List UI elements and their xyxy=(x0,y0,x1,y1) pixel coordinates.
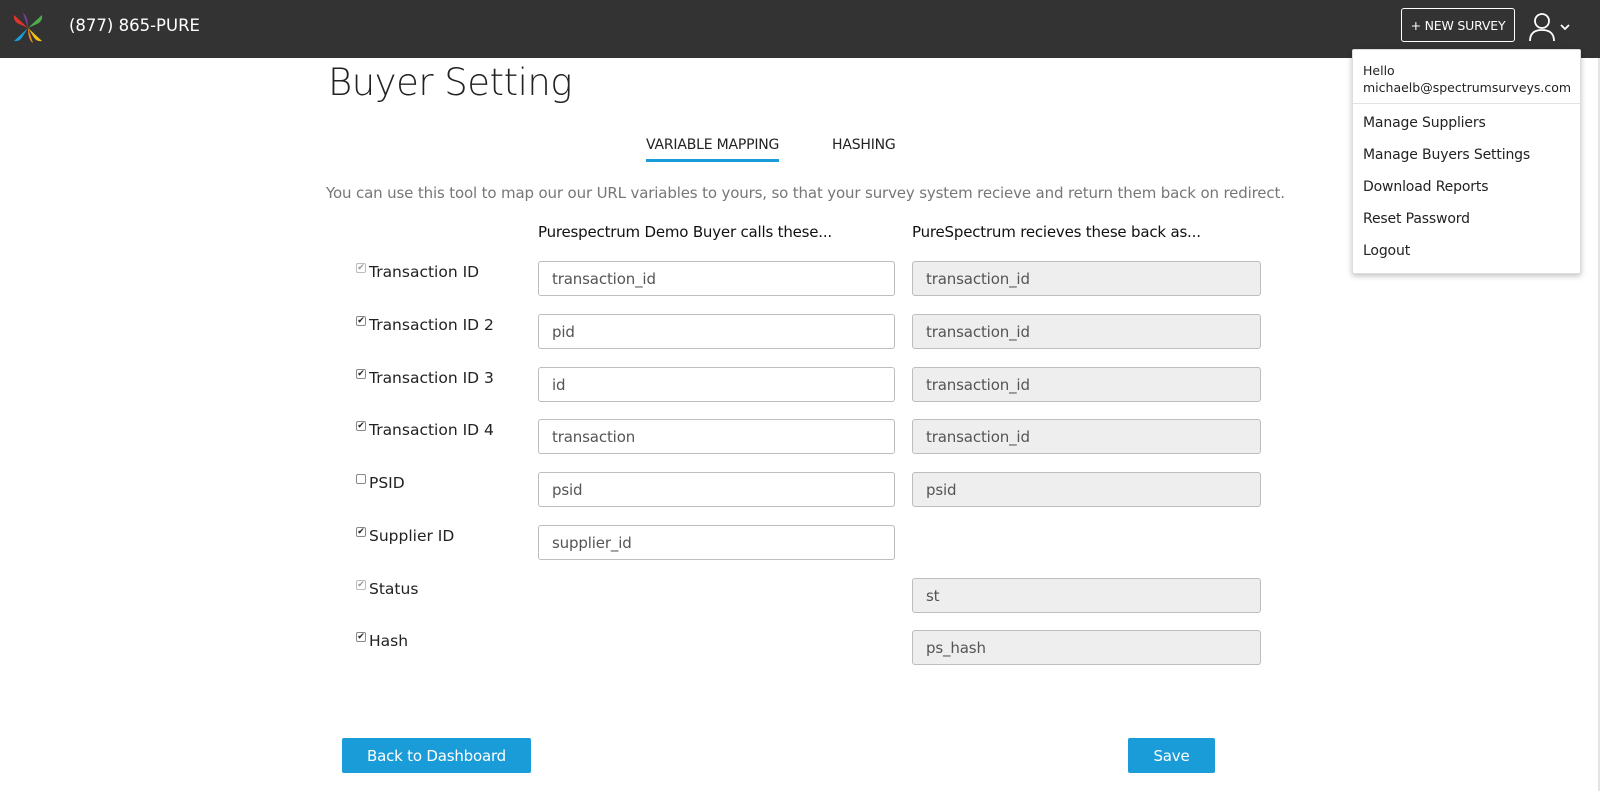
row-label-transaction-id-3: Transaction ID 3 xyxy=(356,369,494,387)
page-title: Buyer Setting xyxy=(328,61,573,104)
purespectrum-column-header: PureSpectrum recieves these back as... xyxy=(912,223,1201,241)
row-label-text: Transaction ID 3 xyxy=(369,369,494,387)
transaction-id-4-checkbox[interactable] xyxy=(356,421,366,431)
row-label-supplier-id: Supplier ID xyxy=(356,527,454,545)
menu-item-manage-suppliers[interactable]: Manage Suppliers xyxy=(1363,115,1486,131)
user-email: michaelb@spectrumsurveys.com xyxy=(1363,80,1572,95)
row-label-status: Status xyxy=(356,580,418,598)
ps-field-transaction-id-4: transaction_id xyxy=(912,419,1261,454)
row-label-psid: PSID xyxy=(356,474,405,492)
user-greeting: Hello michaelb@spectrumsurveys.com xyxy=(1363,62,1571,96)
buyer-field-psid[interactable]: psid xyxy=(538,472,895,507)
row-label-transaction-id-4: Transaction ID 4 xyxy=(356,421,494,439)
row-label-text: Transaction ID 2 xyxy=(369,316,494,334)
new-survey-button[interactable]: + NEW SURVEY xyxy=(1401,8,1515,42)
transaction-id-checkbox xyxy=(356,263,366,273)
menu-item-download-reports[interactable]: Download Reports xyxy=(1363,179,1488,195)
buyer-column-header: Purespectrum Demo Buyer calls these... xyxy=(538,223,832,241)
ps-field-transaction-id: transaction_id xyxy=(912,261,1261,296)
buyer-field-transaction-id-4[interactable]: transaction xyxy=(538,419,895,454)
phone-number: (877) 865-PURE xyxy=(69,16,200,35)
row-label-hash: Hash xyxy=(356,632,408,650)
buyer-field-transaction-id[interactable]: transaction_id xyxy=(538,261,895,296)
transaction-id-2-checkbox[interactable] xyxy=(356,316,366,326)
tab-variable-mapping[interactable]: VARIABLE MAPPING xyxy=(646,137,779,162)
row-label-text: Transaction ID xyxy=(369,263,480,281)
chevron-down-icon xyxy=(1560,24,1570,31)
psid-checkbox[interactable] xyxy=(356,474,366,484)
ps-field-hash: ps_hash xyxy=(912,630,1261,665)
buyer-field-transaction-id-3[interactable]: id xyxy=(538,367,895,402)
menu-item-reset-password[interactable]: Reset Password xyxy=(1363,211,1470,227)
menu-item-manage-buyers-settings[interactable]: Manage Buyers Settings xyxy=(1363,147,1530,163)
row-label-transaction-id-2: Transaction ID 2 xyxy=(356,316,494,334)
row-label-text: Hash xyxy=(369,632,409,650)
transaction-id-3-checkbox[interactable] xyxy=(356,369,366,379)
back-to-dashboard-button[interactable]: Back to Dashboard xyxy=(342,738,531,773)
ps-field-transaction-id-3: transaction_id xyxy=(912,367,1261,402)
row-label-text: Supplier ID xyxy=(369,527,455,545)
purespectrum-logo[interactable] xyxy=(11,11,45,45)
status-checkbox xyxy=(356,580,366,590)
hash-checkbox[interactable] xyxy=(356,632,366,642)
supplier-id-checkbox[interactable] xyxy=(356,527,366,537)
row-label-text: PSID xyxy=(369,474,405,492)
menu-item-logout[interactable]: Logout xyxy=(1363,243,1410,259)
row-label-transaction-id: Transaction ID xyxy=(356,263,479,281)
buyer-field-transaction-id-2[interactable]: pid xyxy=(538,314,895,349)
ps-field-status: st xyxy=(912,578,1261,613)
intro-text: You can use this tool to map our our URL… xyxy=(326,184,1285,202)
user-menu-button[interactable] xyxy=(1528,12,1574,42)
menu-divider xyxy=(1353,103,1580,104)
row-label-text: Status xyxy=(369,580,419,598)
row-label-text: Transaction ID 4 xyxy=(369,421,494,439)
save-button[interactable]: Save xyxy=(1128,738,1215,773)
ps-field-psid: psid xyxy=(912,472,1261,507)
user-dropdown-menu: Hello michaelb@spectrumsurveys.com Manag… xyxy=(1352,49,1581,274)
hello-text: Hello xyxy=(1363,63,1395,78)
tab-hashing[interactable]: HASHING xyxy=(832,137,896,153)
ps-field-transaction-id-2: transaction_id xyxy=(912,314,1261,349)
buyer-field-supplier-id[interactable]: supplier_id xyxy=(538,525,895,560)
user-icon xyxy=(1529,13,1555,42)
